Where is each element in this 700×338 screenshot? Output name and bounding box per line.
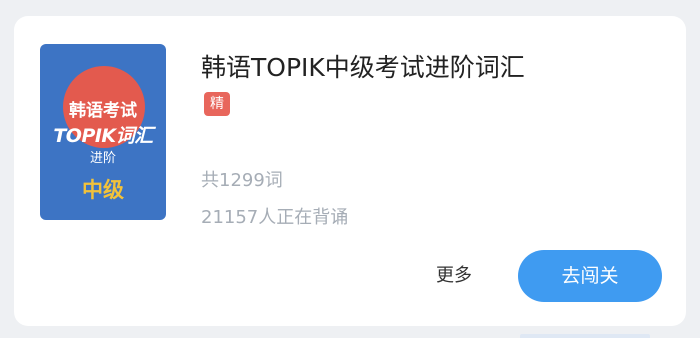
book-title: 韩语TOPIK中级考试进阶词汇 [201, 53, 525, 82]
book-card[interactable]: 韩语考试 TOPIK词汇 进阶 中级 韩语TOPIK中级考试进阶词汇 精 共12… [14, 16, 686, 326]
featured-badge: 精 [204, 92, 230, 116]
more-button[interactable]: 更多 [424, 261, 484, 291]
cover-title-line2: TOPIK词汇 [53, 125, 153, 147]
learner-count: 21157人正在背诵 [201, 207, 349, 228]
cover-title-line1: 韩语考试 [69, 101, 137, 121]
book-cover[interactable]: 韩语考试 TOPIK词汇 进阶 中级 [40, 44, 166, 220]
cover-level: 中级 [82, 178, 124, 202]
cover-title-line3: 进阶 [89, 151, 116, 166]
next-card-edge [520, 334, 650, 338]
start-challenge-button[interactable]: 去闯关 [518, 250, 662, 302]
word-count: 共1299词 [201, 170, 283, 191]
